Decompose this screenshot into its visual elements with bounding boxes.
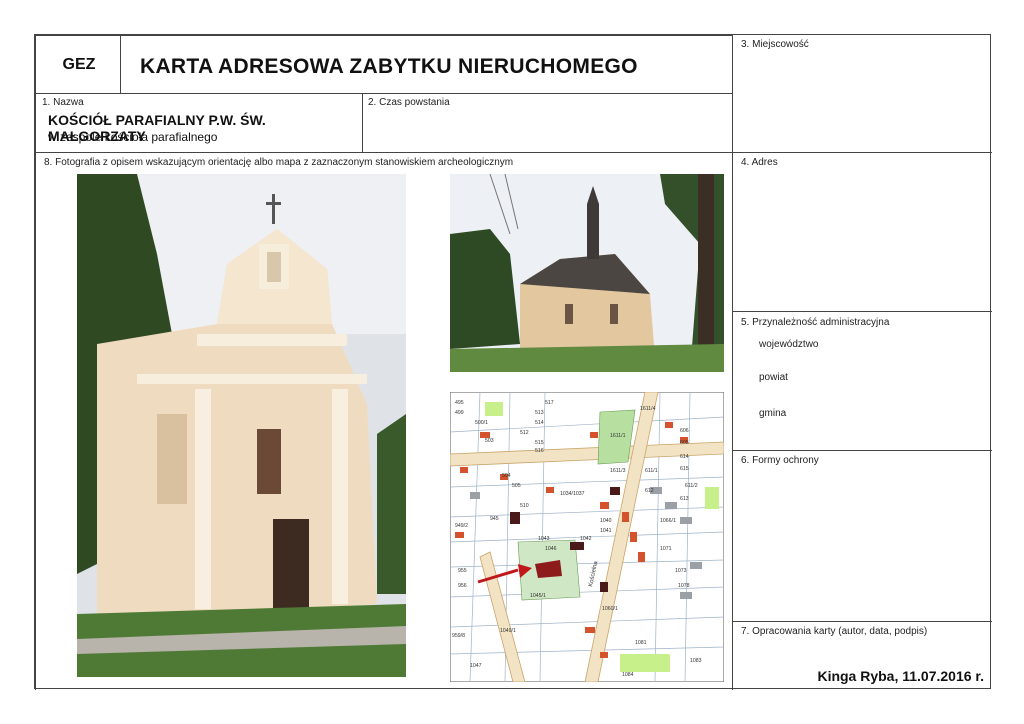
parcel-label: 1078 bbox=[678, 583, 690, 589]
parcel-label: 1046 bbox=[545, 546, 557, 552]
prepared-cell: 7. Opracowania karty (autor, data, podpi… bbox=[732, 621, 992, 690]
admin-voivodeship: województwo bbox=[759, 339, 819, 350]
parcel-label: 514 bbox=[535, 420, 544, 426]
parcel-label: 611/1 bbox=[645, 468, 658, 474]
admin-county: powiat bbox=[759, 372, 788, 383]
parcel-label: 613 bbox=[680, 496, 689, 502]
parcel-label: 1073 bbox=[675, 568, 687, 574]
parcel-label: 605 bbox=[680, 440, 689, 446]
parcel-label: 512 bbox=[520, 430, 529, 436]
address-cell: 4. Adres bbox=[732, 152, 992, 312]
parcel-label: 1060/1 bbox=[602, 606, 618, 612]
place-label: 3. Miejscowość bbox=[741, 39, 809, 50]
parcel-label: 1043 bbox=[538, 536, 550, 542]
address-label: 4. Adres bbox=[741, 157, 778, 168]
parcel-label: 500/1 bbox=[475, 420, 488, 426]
parcel-label: 1045/1 bbox=[530, 593, 546, 599]
parcel-label: 495 bbox=[455, 400, 464, 406]
photo-label: 8. Fotografia z opisem wskazującym orien… bbox=[44, 157, 514, 168]
gez-label: GEZ bbox=[62, 56, 96, 73]
protection-cell: 6. Formy ochrony bbox=[732, 450, 992, 622]
name-cell: 1. Nazwa KOŚCIÓŁ PARAFIALNY P.W. ŚW. MAŁ… bbox=[35, 93, 363, 153]
name-label: 1. Nazwa bbox=[42, 97, 84, 108]
parcel-label: 499 bbox=[455, 410, 464, 416]
parcel-label: 615 bbox=[680, 466, 689, 472]
parcel-label: 955 bbox=[458, 568, 467, 574]
prepared-label: 7. Opracowania karty (autor, data, podpi… bbox=[741, 626, 928, 637]
parcel-label: 1049/1 bbox=[500, 628, 516, 634]
place-cell: 3. Miejscowość bbox=[732, 35, 992, 153]
parcel-label: 1034/1037 bbox=[560, 491, 585, 497]
parcel-label: 1083 bbox=[690, 658, 702, 664]
parcel-label: 504 bbox=[502, 473, 511, 479]
parcel-label: 1066/1 bbox=[660, 518, 676, 524]
parcel-label: 503 bbox=[485, 438, 494, 444]
parcel-label: 1611/1 bbox=[610, 433, 626, 439]
admin-cell: 5. Przynależność administracyjna wojewód… bbox=[732, 311, 992, 451]
church-front-photo bbox=[77, 174, 406, 677]
parcel-label: 515 bbox=[535, 440, 544, 446]
gez-cell: GEZ bbox=[35, 35, 121, 94]
photo-cell: 8. Fotografia z opisem wskazującym orien… bbox=[35, 152, 733, 690]
parcel-label: 949/2 bbox=[455, 523, 468, 529]
parcel-label: 945 bbox=[490, 516, 499, 522]
parcel-label: 1071 bbox=[660, 546, 672, 552]
name-line2: w zespole kościoła parafialnego bbox=[48, 130, 218, 144]
card-title: KARTA ADRESOWA ZABYTKU NIERUCHOMEGO bbox=[140, 55, 638, 78]
cadastral-map: Kościelna 1611/1 1611/3 1611/4 1034/1037… bbox=[450, 392, 724, 682]
parcel-label: 510 bbox=[520, 503, 529, 509]
admin-label: 5. Przynależność administracyjna bbox=[741, 317, 890, 328]
parcel-label: 956 bbox=[458, 583, 467, 589]
parcel-label: 516 bbox=[535, 448, 544, 454]
parcel-label: 606 bbox=[680, 428, 689, 434]
parcel-label: 1081 bbox=[635, 640, 647, 646]
parcel-label: 1084 bbox=[622, 672, 634, 678]
church-side-photo bbox=[450, 174, 724, 372]
title-cell: KARTA ADRESOWA ZABYTKU NIERUCHOMEGO bbox=[120, 35, 733, 94]
parcel-label: 959/8 bbox=[452, 633, 465, 639]
parcel-label: 517 bbox=[545, 400, 554, 406]
address-card: GEZ KARTA ADRESOWA ZABYTKU NIERUCHOMEGO … bbox=[34, 34, 992, 690]
parcel-label: 614 bbox=[680, 454, 689, 460]
prepared-signature: Kinga Ryba, 11.07.2016 r. bbox=[817, 668, 984, 684]
parcel-label: 612 bbox=[645, 488, 654, 494]
admin-commune: gmina bbox=[759, 408, 787, 419]
protection-label: 6. Formy ochrony bbox=[741, 455, 819, 466]
parcel-label: 1042 bbox=[580, 536, 592, 542]
parcel-label: 1611/4 bbox=[640, 406, 656, 412]
parcel-label: 1040 bbox=[600, 518, 612, 524]
parcel-label: 611/2 bbox=[685, 483, 698, 489]
time-cell: 2. Czas powstania bbox=[362, 93, 733, 153]
parcel-label: 1041 bbox=[600, 528, 612, 534]
parcel-label: 1047 bbox=[470, 663, 482, 669]
time-label: 2. Czas powstania bbox=[368, 97, 450, 108]
parcel-label: 513 bbox=[535, 410, 544, 416]
parcel-label: 1611/3 bbox=[610, 468, 626, 474]
parcel-label: 505 bbox=[512, 483, 521, 489]
